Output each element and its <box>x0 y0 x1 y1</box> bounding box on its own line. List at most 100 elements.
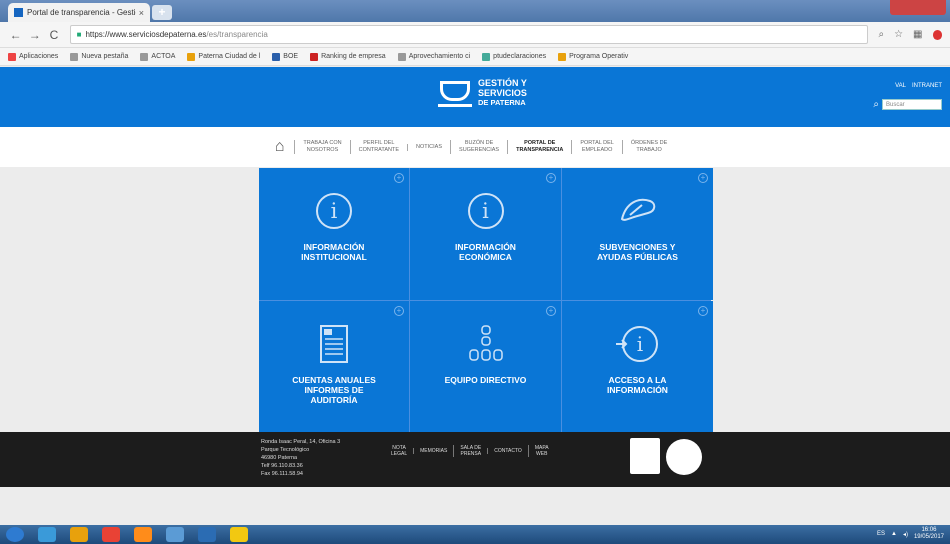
language-link[interactable]: VAL <box>895 83 906 89</box>
tile-6[interactable]: + i ACCESO A LA INFORMACIÓN <box>562 301 713 433</box>
extension-icon[interactable]: ▦ <box>913 29 922 40</box>
nav-links: TRABAJA CON NOSOTROS PERFIL DEL CONTRATAN… <box>294 140 675 154</box>
logo-line-1: GESTIÓN Y <box>478 78 527 88</box>
close-tab-icon[interactable]: × <box>139 8 144 18</box>
nav-item[interactable]: TRABAJA CON NOSOTROS <box>294 140 349 154</box>
footer-address: Ronda Isaac Peral, 14, Oficina 3 Parque T… <box>261 438 340 478</box>
transparency-tiles: + i INFORMACIÓN INSTITUCIONAL + i INFORMACIÓN… <box>259 168 713 433</box>
bookmark-item[interactable]: Aplicaciones <box>8 52 59 61</box>
nav-item[interactable]: PORTAL DEL EMPLEADO <box>571 140 622 154</box>
bookmark-label: ptudeclaraciones <box>493 53 547 60</box>
explorer-icon[interactable] <box>70 527 88 542</box>
bookmark-icon <box>8 52 16 61</box>
firefox-icon[interactable] <box>134 527 152 542</box>
intranet-link[interactable]: INTRANET <box>912 83 942 89</box>
search-input[interactable]: Buscar <box>882 99 942 110</box>
bookmarks-bar: Aplicaciones Nueva pestaña ACTOA Paterna Ci… <box>0 48 950 66</box>
bookmark-item[interactable]: Programa Operativ <box>558 52 628 61</box>
footer-address-line: 46980 Paterna <box>261 455 298 461</box>
new-tab-button[interactable]: + <box>152 5 172 20</box>
clock[interactable]: 16:06 19/05/2017 <box>914 527 944 541</box>
nav-item[interactable]: BUZÓN DE SUGERENCIAS <box>450 140 507 154</box>
bookmark-item[interactable]: Nueva pestaña <box>70 52 129 61</box>
tile-5[interactable]: + EQUIPO DIRECTIVO <box>410 301 561 433</box>
volume-icon[interactable]: ◂) <box>903 531 908 538</box>
window-controls[interactable] <box>890 0 946 15</box>
browser-tab[interactable]: Portal de transparencia - Gestió × <box>8 3 150 22</box>
bookmark-label: Aprovechamiento ci <box>408 53 471 60</box>
address-host: https://www.serviciosdepaterna.es <box>85 30 207 39</box>
bookmark-item[interactable]: Paterna Ciudad de l <box>187 52 261 61</box>
bookmark-item[interactable]: ptudeclaraciones <box>482 52 547 61</box>
logo-line-3: DE PATERNA <box>478 98 526 107</box>
info-circle-icon: i <box>316 190 352 232</box>
opera-extension-icon[interactable] <box>932 29 942 40</box>
taskbar: ES ▲ ◂) 16:06 19/05/2017 <box>0 525 950 544</box>
paterna-seal-icon[interactable] <box>630 438 660 474</box>
tile-4[interactable]: + CUENTAS ANUALES INFORMES DE AUDITORÍA <box>259 301 409 433</box>
bookmark-star-icon[interactable]: ☆ <box>894 29 903 40</box>
bookmark-item[interactable]: ACTOA <box>140 52 175 61</box>
folder-icon[interactable] <box>230 527 248 542</box>
chrome-icon[interactable] <box>102 527 120 542</box>
footer-link[interactable]: MAPA WEB <box>527 445 555 457</box>
favicon-icon <box>14 8 23 17</box>
logo-cup-icon <box>438 79 472 107</box>
bookmark-item[interactable]: BOE <box>272 52 298 61</box>
outlook-icon[interactable] <box>198 527 216 542</box>
info-circle-icon: i <box>467 190 504 232</box>
footer-link[interactable]: CONTACTO <box>487 448 528 454</box>
address-bar[interactable]: ■ https://www.serviciosdepaterna.es /es/… <box>69 25 869 44</box>
forward-icon[interactable]: → <box>27 28 42 42</box>
zoom-icon[interactable]: ⌕ <box>878 29 884 40</box>
svg-text:i: i <box>636 332 642 356</box>
footer-link[interactable]: MEMORIAS <box>413 448 453 454</box>
info-arrow-icon: i <box>615 323 660 365</box>
site-footer: Ronda Isaac Peral, 14, Oficina 3 Parque T… <box>0 432 950 487</box>
expand-icon[interactable]: + <box>394 173 404 183</box>
main-nav: ⌂ TRABAJA CON NOSOTROS PERFIL DEL CONTRAT… <box>0 127 950 167</box>
expand-icon[interactable]: + <box>394 306 404 316</box>
expand-icon[interactable]: + <box>698 306 708 316</box>
bookmark-icon <box>397 52 406 61</box>
bookmark-label: Nueva pestaña <box>81 53 129 60</box>
expand-icon[interactable]: + <box>546 306 556 316</box>
site-header: GESTIÓN Y SERVICIOS DE PATERNA VAL INTRA… <box>0 67 950 127</box>
browser-tabstrip: Portal de transparencia - Gestió × + <box>0 0 950 22</box>
nav-item[interactable]: PORTAL DE TRANSPARENCIA <box>507 140 571 154</box>
nav-item[interactable]: ÓRDENES DE TRABAJO <box>621 140 675 154</box>
expand-icon[interactable]: + <box>698 173 708 183</box>
system-tray: ES ▲ ◂) 16:06 19/05/2017 <box>877 527 944 541</box>
bookmark-item[interactable]: Aprovechamiento ci <box>397 52 471 61</box>
tile-1[interactable]: + i INFORMACIÓN INSTITUCIONAL <box>259 168 409 300</box>
expand-icon[interactable]: + <box>546 173 556 183</box>
bookmark-icon <box>187 52 196 61</box>
bookmark-item[interactable]: Ranking de empresa <box>310 52 386 61</box>
bookmark-label: Paterna Ciudad de l <box>198 53 261 60</box>
tile-label: ACCESO A LA INFORMACIÓN <box>607 375 668 395</box>
address-path: /es/transparencia <box>206 30 268 39</box>
tile-3[interactable]: + SUBVENCIONES Y AYUDAS PÚBLICAS <box>562 168 713 300</box>
network-icon[interactable]: ▲ <box>891 531 897 537</box>
quality-seal-icon[interactable] <box>666 439 702 475</box>
site-logo[interactable]: GESTIÓN Y SERVICIOS DE PATERNA <box>438 78 527 108</box>
search-icon[interactable]: ⌕ <box>873 99 879 110</box>
nav-item[interactable]: NOTICIAS <box>407 143 450 151</box>
footer-link[interactable]: NOTA LEGAL <box>385 445 413 457</box>
start-button[interactable] <box>6 527 24 542</box>
bookmark-icon <box>558 52 567 61</box>
home-icon[interactable]: ⌂ <box>275 138 285 156</box>
nav-item[interactable]: PERFIL DEL CONTRATANTE <box>349 140 407 154</box>
tile-2[interactable]: + i INFORMACIÓN ECONÓMICA <box>410 168 561 300</box>
ie-icon[interactable] <box>38 527 56 542</box>
tile-label: EQUIPO DIRECTIVO <box>444 375 527 385</box>
keyboard-icon[interactable]: ES <box>877 531 885 537</box>
back-icon[interactable]: ← <box>8 28 23 42</box>
bookmark-label: Aplicaciones <box>19 53 59 60</box>
footer-link[interactable]: SALA DE PRENSA <box>453 445 487 457</box>
reload-icon[interactable]: C <box>46 28 61 42</box>
tab-title: Portal de transparencia - Gestió <box>27 8 136 17</box>
footer-address-line: Telf 96.110.83.36 <box>261 463 303 469</box>
word-icon[interactable] <box>166 527 184 542</box>
footer-address-line: Ronda Isaac Peral, 14, Oficina 3 <box>261 439 341 445</box>
